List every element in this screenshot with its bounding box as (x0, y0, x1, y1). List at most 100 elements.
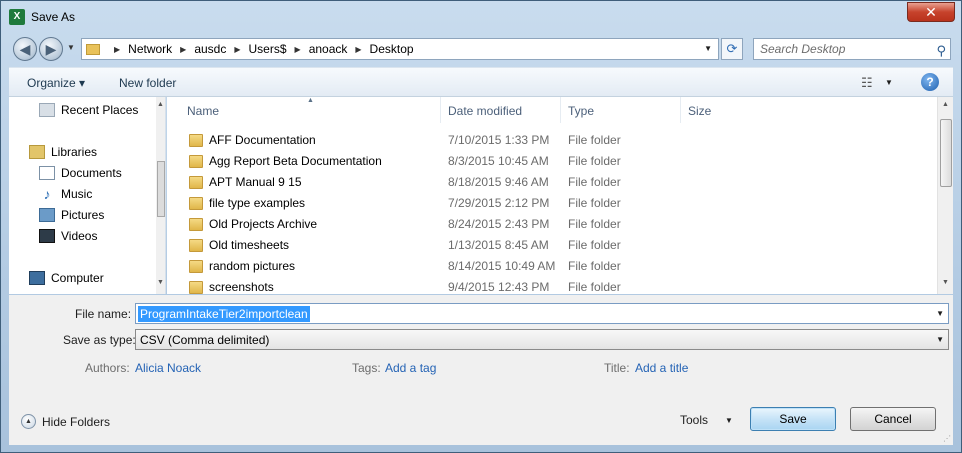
scroll-up-icon[interactable]: ▲ (942, 101, 949, 108)
sidebar-item-label: Recent Places (61, 103, 139, 117)
folder-icon (189, 260, 203, 273)
resize-grip-icon[interactable]: ⋰ (943, 434, 951, 443)
table-row[interactable]: random pictures 8/14/2015 10:49 AM File … (181, 256, 941, 277)
column-header-type[interactable]: Type (562, 97, 681, 123)
hide-folders-button[interactable]: ▲ Hide Folders (21, 414, 110, 429)
breadcrumb-ausdc[interactable]: ausdc (194, 42, 226, 56)
forward-button[interactable]: ▶ (39, 37, 63, 61)
breadcrumb-users[interactable]: Users$ (249, 42, 287, 56)
sidebar-item-label: Libraries (51, 145, 98, 159)
tags-label: Tags: (352, 361, 381, 375)
pictures-icon (39, 208, 55, 222)
breadcrumb-separator-icon[interactable]: ▶ (355, 45, 361, 54)
table-row[interactable]: AFF Documentation 7/10/2015 1:33 PM File… (181, 130, 941, 151)
table-row[interactable]: file type examples 7/29/2015 2:12 PM Fil… (181, 193, 941, 214)
navigation-row: ◀ ▶ ▼ ▶ Network ▶ ausdc ▶ Users$ ▶ anoac… (1, 33, 961, 63)
sidebar-scrollbar[interactable]: ▲ ▼ (156, 97, 165, 294)
sidebar-item-label: Documents (61, 166, 122, 180)
back-button[interactable]: ◀ (13, 37, 37, 61)
folder-icon (189, 155, 203, 168)
organize-button[interactable]: Organize ▾ (27, 76, 85, 90)
address-bar[interactable]: ▶ Network ▶ ausdc ▶ Users$ ▶ anoack ▶ De… (81, 38, 719, 60)
tags-field[interactable]: Add a tag (385, 361, 436, 375)
table-row[interactable]: Agg Report Beta Documentation 8/3/2015 1… (181, 151, 941, 172)
videos-icon (39, 229, 55, 243)
file-list: Name Date modified Type Size ▲ AFF Docum… (167, 97, 953, 294)
refresh-icon[interactable]: ⟳ (721, 38, 743, 60)
sidebar-item-libraries[interactable]: Libraries (29, 145, 97, 159)
file-list-scrollbar[interactable]: ▲ ▼ (937, 97, 953, 294)
authors-field[interactable]: Alicia Noack (135, 361, 201, 375)
view-dropdown-icon[interactable]: ▼ (885, 78, 893, 87)
breadcrumb-separator-icon[interactable]: ▶ (114, 45, 120, 54)
tools-button[interactable]: Tools (680, 413, 708, 427)
file-type: File folder (568, 154, 621, 168)
scrollbar-thumb[interactable] (940, 119, 952, 187)
close-button[interactable]: ✕ (907, 2, 955, 22)
table-row[interactable]: Old Projects Archive 8/24/2015 2:43 PM F… (181, 214, 941, 235)
sidebar-item-videos[interactable]: Videos (39, 229, 97, 243)
search-input[interactable]: Search Desktop ⚲ (753, 38, 951, 60)
save-as-type-select[interactable]: CSV (Comma delimited) ▼ (135, 329, 949, 350)
title-bar[interactable]: X Save As ✕ (1, 1, 961, 33)
save-as-type-dropdown-icon[interactable]: ▼ (936, 335, 944, 344)
table-row[interactable]: APT Manual 9 15 8/18/2015 9:46 AM File f… (181, 172, 941, 193)
file-name-input[interactable]: ProgramIntakeTier2importclean ▼ (135, 303, 949, 324)
cancel-button[interactable]: Cancel (850, 407, 936, 431)
folder-icon (189, 197, 203, 210)
breadcrumb-separator-icon[interactable]: ▶ (234, 45, 240, 54)
file-name: Old timesheets (209, 238, 290, 252)
file-type: File folder (568, 217, 621, 231)
sidebar-item-label: Videos (61, 229, 98, 243)
file-date: 8/24/2015 2:43 PM (448, 217, 550, 231)
breadcrumb-separator-icon[interactable]: ▶ (295, 45, 301, 54)
sidebar-item-computer[interactable]: Computer (29, 271, 104, 285)
breadcrumb-desktop[interactable]: Desktop (370, 42, 414, 56)
file-name: Agg Report Beta Documentation (209, 154, 382, 168)
breadcrumb-network[interactable]: Network (128, 42, 172, 56)
tools-dropdown-icon[interactable]: ▼ (725, 416, 733, 425)
file-type: File folder (568, 133, 621, 147)
command-toolbar: Organize ▾ New folder ☷ ▼ ? (9, 67, 953, 97)
file-name-dropdown-icon[interactable]: ▼ (936, 309, 944, 318)
file-name-value[interactable]: ProgramIntakeTier2importclean (138, 306, 310, 322)
sidebar-item-recent-places[interactable]: Recent Places (39, 103, 138, 117)
authors-label: Authors: (85, 361, 130, 375)
scroll-down-icon[interactable]: ▼ (157, 279, 164, 286)
file-date: 8/3/2015 10:45 AM (448, 154, 549, 168)
scrollbar-thumb[interactable] (157, 161, 165, 217)
scroll-down-icon[interactable]: ▼ (942, 279, 949, 286)
column-header-size[interactable]: Size (682, 97, 802, 123)
view-options-icon[interactable]: ☷ (861, 75, 873, 91)
folder-icon (189, 176, 203, 189)
save-button[interactable]: Save (750, 407, 836, 431)
file-name-label: File name: (75, 307, 132, 321)
table-row[interactable]: screenshots 9/4/2015 12:43 PM File folde… (181, 277, 941, 294)
breadcrumb-anoack[interactable]: anoack (309, 42, 348, 56)
address-dropdown-icon[interactable]: ▼ (704, 44, 712, 53)
recent-locations-dropdown-icon[interactable]: ▼ (67, 43, 75, 52)
title-label: Title: (604, 361, 630, 375)
breadcrumb-separator-icon[interactable]: ▶ (180, 45, 186, 54)
table-row[interactable]: Old timesheets 1/13/2015 8:45 AM File fo… (181, 235, 941, 256)
search-icon[interactable]: ⚲ (936, 41, 946, 61)
new-folder-button[interactable]: New folder (119, 76, 176, 90)
sidebar-item-music[interactable]: ♪ Music (39, 187, 93, 201)
title-field[interactable]: Add a title (635, 361, 688, 375)
sidebar-item-label: Music (61, 187, 93, 201)
scroll-up-icon[interactable]: ▲ (157, 101, 164, 108)
file-date: 8/18/2015 9:46 AM (448, 175, 549, 189)
file-name: random pictures (209, 259, 296, 273)
column-header-date-modified[interactable]: Date modified (442, 97, 561, 123)
help-icon[interactable]: ? (921, 73, 939, 91)
sidebar-item-documents[interactable]: Documents (39, 166, 122, 180)
libraries-icon (29, 145, 45, 159)
hide-folders-label: Hide Folders (42, 414, 111, 429)
file-name: APT Manual 9 15 (209, 175, 302, 189)
documents-icon (39, 166, 55, 180)
sidebar-item-pictures[interactable]: Pictures (39, 208, 104, 222)
computer-icon (29, 271, 45, 285)
sidebar-item-label: Pictures (61, 208, 105, 222)
save-as-dialog: X Save As ✕ ◀ ▶ ▼ ▶ Network ▶ ausdc ▶ Us… (0, 0, 962, 453)
file-type: File folder (568, 175, 621, 189)
